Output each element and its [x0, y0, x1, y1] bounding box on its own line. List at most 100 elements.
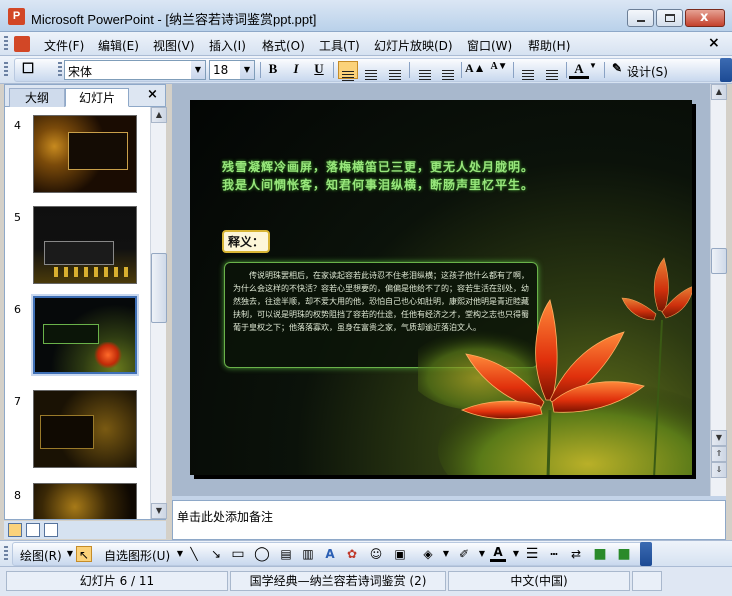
previous-slide-icon[interactable]: ⇑: [711, 446, 727, 462]
slide-thumbnail-7[interactable]: [33, 390, 137, 468]
line-icon[interactable]: ╲: [186, 546, 202, 562]
next-slide-icon[interactable]: ⇓: [711, 462, 727, 478]
decrease-indent-button[interactable]: [517, 61, 537, 80]
normal-view-icon[interactable]: [8, 523, 22, 537]
diagram-icon[interactable]: ✿: [344, 546, 360, 562]
view-buttons: [4, 521, 166, 539]
3d-style-icon[interactable]: ■: [616, 546, 632, 562]
chevron-down-icon[interactable]: ▼: [240, 61, 254, 79]
menu-insert[interactable]: 插入(I): [209, 37, 246, 54]
maximize-button[interactable]: [656, 9, 683, 27]
toolbar-separator: [461, 62, 462, 78]
thumbnails-scrollbar[interactable]: ▲ ▼: [150, 107, 167, 519]
toolbar-overflow-button[interactable]: [640, 542, 652, 566]
decrease-font-button[interactable]: A▼: [489, 61, 509, 79]
font-color-icon[interactable]: A: [490, 546, 506, 562]
increase-font-button[interactable]: A▲: [465, 61, 486, 79]
tab-outline[interactable]: 大纲: [9, 88, 65, 107]
menu-edit[interactable]: 编辑(E): [98, 37, 139, 54]
draw-menu-button[interactable]: 绘图(R): [20, 547, 62, 564]
line-style-icon[interactable]: ☰: [524, 546, 540, 562]
arrow-style-icon[interactable]: ⇄: [568, 546, 584, 562]
minimize-button[interactable]: [627, 9, 654, 27]
template-name-status[interactable]: 国学经典—纳兰容若诗词鉴赏 (2): [230, 571, 446, 591]
underline-button[interactable]: U: [309, 61, 329, 79]
close-button[interactable]: x: [685, 9, 725, 27]
slide-scrollbar[interactable]: ▲ ▼ ⇑ ⇓: [710, 84, 727, 496]
scroll-up-icon[interactable]: ▲: [711, 84, 727, 100]
wordart-icon[interactable]: A: [322, 546, 338, 562]
font-size-combobox[interactable]: 18 ▼: [209, 60, 255, 80]
line-color-icon[interactable]: ✐: [456, 546, 472, 562]
document-icon[interactable]: [14, 36, 30, 52]
slide-thumbnail-8[interactable]: [33, 483, 137, 519]
shadow-style-icon[interactable]: ■: [592, 546, 608, 562]
scroll-down-icon[interactable]: ▼: [151, 503, 167, 519]
tab-slides[interactable]: 幻灯片: [65, 88, 129, 107]
new-document-icon[interactable]: ☐: [18, 61, 38, 79]
design-button[interactable]: 设计(S): [627, 63, 668, 80]
align-center-button[interactable]: [361, 61, 381, 80]
align-left-button[interactable]: [338, 61, 358, 81]
title-bar: P Microsoft PowerPoint - [纳兰容若诗词鉴赏ppt.pp…: [0, 0, 732, 32]
chevron-down-icon[interactable]: ▼: [191, 61, 205, 79]
increase-indent-button[interactable]: [541, 61, 561, 80]
chevron-down-icon[interactable]: ▼: [508, 546, 524, 562]
text-box-icon[interactable]: ▤: [278, 546, 294, 562]
menu-format[interactable]: 格式(O): [262, 37, 305, 54]
align-right-button[interactable]: [384, 61, 404, 80]
menu-window[interactable]: 窗口(W): [467, 37, 512, 54]
font-name-combobox[interactable]: 宋体 ▼: [64, 60, 206, 80]
slide-thumbnail-6[interactable]: [33, 296, 137, 374]
decrease-indent-icon: [522, 70, 534, 80]
menu-file[interactable]: 文件(F): [44, 37, 84, 54]
toolbar-grip-handle[interactable]: [4, 546, 8, 562]
slide-sorter-view-icon[interactable]: [26, 523, 40, 537]
status-empty-cell: [632, 571, 662, 591]
chevron-down-icon[interactable]: ▼: [474, 546, 490, 562]
numbered-list-button[interactable]: [414, 61, 434, 80]
clip-art-icon[interactable]: ☺: [368, 546, 384, 562]
scroll-down-icon[interactable]: ▼: [711, 430, 727, 446]
menu-slideshow[interactable]: 幻灯片放映(D): [374, 37, 453, 54]
chevron-down-icon[interactable]: ▼: [588, 61, 598, 79]
arrow-icon[interactable]: ↘: [208, 546, 224, 562]
italic-button[interactable]: I: [286, 61, 306, 79]
pane-close-icon[interactable]: ×: [147, 87, 158, 102]
oval-icon[interactable]: ◯: [254, 546, 270, 562]
chevron-down-icon[interactable]: ▼: [438, 546, 454, 562]
slideshow-view-icon[interactable]: [44, 523, 58, 537]
notes-placeholder[interactable]: 单击此处添加备注: [177, 508, 273, 525]
font-size-value: 18: [213, 63, 229, 77]
autoshapes-menu-button[interactable]: 自选图形(U): [104, 547, 170, 564]
bold-button[interactable]: B: [263, 61, 283, 79]
select-objects-icon[interactable]: ↖: [76, 546, 92, 562]
insert-picture-icon[interactable]: ▣: [392, 546, 408, 562]
explanation-label[interactable]: 释义：: [222, 230, 271, 253]
powerpoint-app-icon[interactable]: P: [8, 8, 25, 25]
rectangle-icon[interactable]: ▭: [230, 546, 246, 562]
fill-color-icon[interactable]: ◈: [420, 546, 436, 562]
menu-tools[interactable]: 工具(T): [319, 37, 360, 54]
scrollbar-thumb[interactable]: [151, 253, 167, 323]
toolbar-grip-handle[interactable]: [58, 62, 62, 78]
language-status: 中文(中国): [448, 571, 630, 591]
document-close-icon[interactable]: ×: [708, 35, 720, 51]
menu-grip-handle[interactable]: [4, 36, 8, 52]
poem-text[interactable]: 残雪凝辉冷画屏，落梅横笛已三更，更无人处月胧明。我是人间惆怅客，知君何事泪纵横，…: [222, 158, 534, 194]
minimize-icon: [637, 20, 645, 22]
scrollbar-thumb[interactable]: [711, 248, 727, 274]
notes-pane[interactable]: 单击此处添加备注: [172, 500, 726, 540]
toolbar-overflow-button[interactable]: [720, 58, 732, 82]
dash-style-icon[interactable]: ┅: [546, 546, 562, 562]
menu-help[interactable]: 帮助(H): [528, 37, 570, 54]
scroll-up-icon[interactable]: ▲: [151, 107, 167, 123]
slide-thumbnail-4[interactable]: [33, 115, 137, 193]
current-slide[interactable]: 残雪凝辉冷画屏，落梅横笛已三更，更无人处月胧明。我是人间惆怅客，知君何事泪纵横，…: [190, 100, 692, 475]
slide-thumbnail-5[interactable]: [33, 206, 137, 284]
toolbar-grip-handle[interactable]: [4, 62, 8, 78]
bulleted-list-button[interactable]: [437, 61, 457, 80]
vertical-text-box-icon[interactable]: ▥: [300, 546, 316, 562]
menu-view[interactable]: 视图(V): [153, 37, 195, 54]
font-color-button[interactable]: A: [569, 61, 589, 79]
